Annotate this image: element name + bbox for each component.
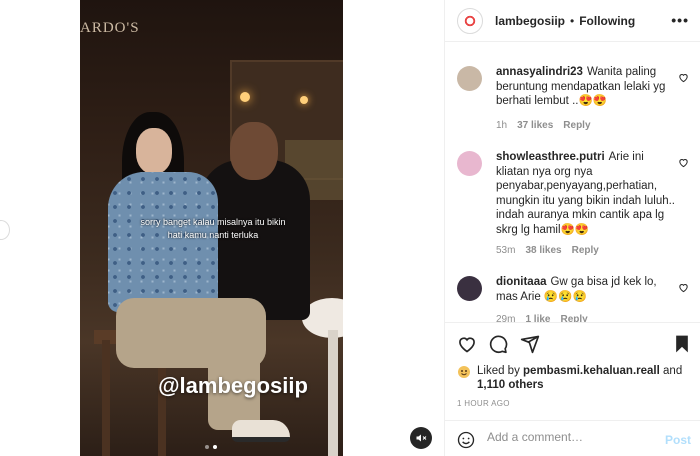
action-bar [445,322,700,364]
share-icon[interactable] [520,334,540,354]
man-head [230,122,278,180]
comment-likes[interactable]: 1 like [525,314,550,322]
background-lamp [300,96,308,104]
comment-text-block: annasyalindri23 Wanita paling beruntung m… [496,65,676,109]
post-button[interactable]: Post [665,433,691,447]
comment-icon[interactable] [488,334,508,354]
reply-button[interactable]: Reply [560,314,587,322]
commenter-username[interactable]: dionitaaa [496,276,546,288]
comment-time: 1h [496,120,508,131]
side-table-leg [328,330,338,456]
comment-input[interactable] [487,430,657,444]
sneaker [232,420,290,442]
post-side-panel: lambegosiip • Following ••• annasyalindr… [444,0,700,456]
comment-likes[interactable]: 37 likes [517,120,553,131]
comment-text: Arie ini kliatan nya org nya penyabar,pe… [496,151,676,236]
carousel-dots [205,445,217,449]
media-area: ARDO'S sorry banget kalau misalnya itu b… [0,0,444,456]
previous-post-edge[interactable] [0,220,10,240]
carousel-dot [205,445,209,449]
likes-prefix: Liked by [477,365,524,377]
commenter-avatar[interactable] [457,276,482,301]
reply-button[interactable]: Reply [572,245,599,256]
commenter-username[interactable]: annasyalindri23 [496,66,583,78]
heart-icon[interactable] [678,282,689,293]
separator-dot: • [570,13,575,28]
author-username[interactable]: lambegosiip [495,14,565,28]
liker-username[interactable]: pembasmi.kehaluan.reall [523,365,660,377]
video-subtitle: sorry banget kalau misalnya itu bikin ha… [140,217,286,240]
post-modal: ARDO'S sorry banget kalau misalnya itu b… [0,0,700,456]
comment-meta: 1h 37 likes Reply [496,120,591,131]
mute-icon [416,434,427,442]
add-comment-bar: Post [445,420,700,456]
woman-face [136,128,172,174]
chair-leg [102,340,110,456]
likes-others-count[interactable]: 1,110 others [477,379,543,391]
video-player[interactable]: ARDO'S sorry banget kalau misalnya itu b… [80,0,343,456]
like-heart-icon[interactable] [457,334,477,354]
comment-likes[interactable]: 38 likes [525,245,561,256]
post-timestamp[interactable]: 1 HOUR AGO [457,399,510,408]
mute-button[interactable] [410,427,432,449]
commenter-username[interactable]: showleasthree.putri [496,151,605,163]
woman-figure [108,172,218,312]
heart-icon[interactable] [678,157,689,168]
likes-and: and [659,365,683,377]
carousel-dot-active [213,445,217,449]
more-icon[interactable]: ••• [671,12,689,28]
bookmark-icon[interactable] [673,334,691,354]
commenter-avatar[interactable] [457,151,482,176]
following-button[interactable]: Following [579,14,635,28]
background-lamp [240,92,250,102]
comment-text-block: showleasthree.putri Arie ini kliatan nya … [496,150,676,237]
author-logo [461,11,479,30]
comment-time: 53m [496,245,516,256]
likes-summary: Liked by pembasmi.kehaluan.reall and 1,1… [457,364,693,392]
liker-avatar-icon [458,366,470,378]
reply-button[interactable]: Reply [563,120,590,131]
comment-text-block: dionitaaa Gw ga bisa jd kek lo, mas Arie … [496,275,676,304]
comments-list[interactable]: annasyalindri23 Wanita paling beruntung m… [445,52,700,322]
heart-icon[interactable] [678,72,689,83]
video-watermark: @lambegosiip [158,373,308,398]
comment-meta: 29m 1 like Reply [496,314,588,322]
post-header: lambegosiip • Following ••• [445,0,700,42]
comment-time: 29m [496,314,516,322]
author-avatar[interactable] [457,7,483,34]
emoji-icon[interactable] [457,431,475,449]
background-sign-text: ARDO'S [80,20,140,36]
commenter-avatar[interactable] [457,66,482,91]
likes-text: Liked by pembasmi.kehaluan.reall and 1,1… [477,364,693,392]
comment-meta: 53m 38 likes Reply [496,245,599,256]
